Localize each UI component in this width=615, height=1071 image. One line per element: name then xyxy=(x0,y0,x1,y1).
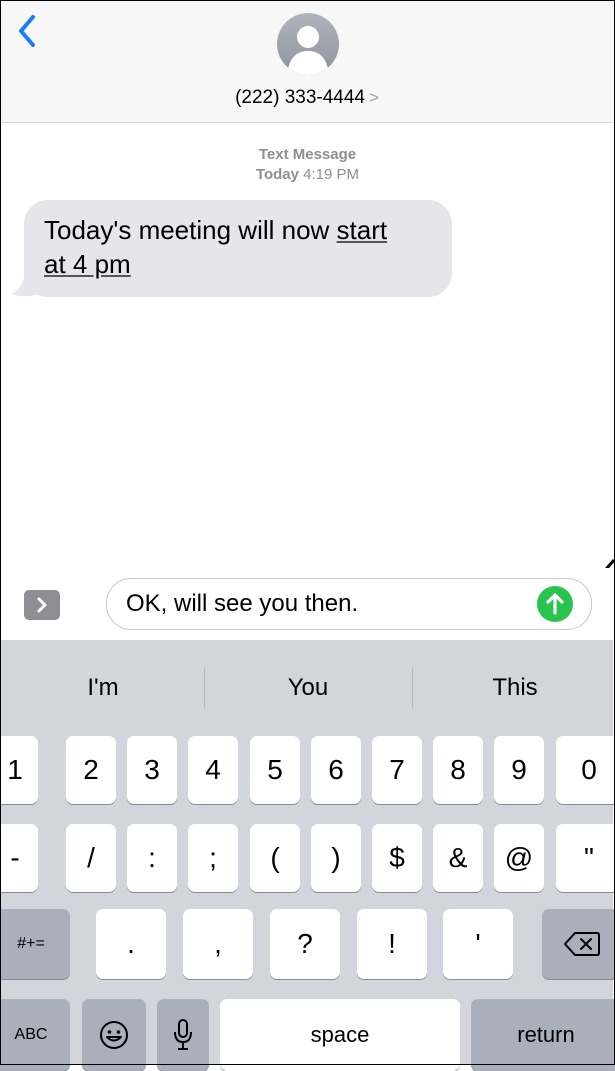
chevron-right-icon: > xyxy=(369,88,379,107)
key-3[interactable]: 3 xyxy=(127,736,177,804)
key-more-symbols[interactable]: #+= xyxy=(0,909,70,979)
key-5[interactable]: 5 xyxy=(250,736,300,804)
contact-phone-number: (222) 333-4444 xyxy=(235,87,365,108)
suggestion-divider xyxy=(204,668,205,708)
received-message-text: Today's meeting will now start at 4 pm xyxy=(44,213,444,281)
key-hyphen[interactable]: - xyxy=(0,824,38,892)
suggestion-2[interactable]: You xyxy=(206,648,410,728)
message-text-part: Today's meeting will now xyxy=(44,215,337,245)
key-9[interactable]: 9 xyxy=(494,736,544,804)
back-chevron-icon[interactable] xyxy=(13,11,43,51)
message-date-link[interactable]: start xyxy=(337,215,388,245)
message-service-label: Text Message xyxy=(258,146,357,163)
emoji-key[interactable] xyxy=(82,999,146,1071)
key-period[interactable]: . xyxy=(96,909,166,979)
backspace-icon xyxy=(564,932,600,956)
contact-name-button[interactable]: (222) 333-4444 > xyxy=(1,87,613,109)
return-key[interactable]: return xyxy=(471,999,615,1071)
timestamp-time: 4:19 PM xyxy=(303,166,360,183)
key-comma[interactable]: , xyxy=(183,909,253,979)
key-exclamation[interactable]: ! xyxy=(357,909,427,979)
key-at[interactable]: @ xyxy=(494,824,544,892)
timestamp-day: Today xyxy=(255,166,299,183)
key-dollar[interactable]: $ xyxy=(372,824,422,892)
key-apostrophe[interactable]: ' xyxy=(443,909,513,979)
key-8[interactable]: 8 xyxy=(433,736,483,804)
backspace-key[interactable] xyxy=(542,909,615,979)
dictation-key[interactable] xyxy=(157,999,209,1071)
expand-apps-icon xyxy=(37,597,47,613)
more-symbols-label: #+= xyxy=(17,935,45,952)
key-6[interactable]: 6 xyxy=(311,736,361,804)
key-colon[interactable]: : xyxy=(127,824,177,892)
suggestion-1[interactable]: I'm xyxy=(1,648,205,728)
key-open-paren[interactable]: ( xyxy=(250,824,300,892)
microphone-icon xyxy=(174,1019,192,1050)
emoji-icon xyxy=(100,1021,128,1049)
message-timestamp: Today 4:19 PM xyxy=(0,166,615,183)
expand-apps-button[interactable] xyxy=(24,590,60,620)
space-key[interactable]: space xyxy=(220,999,460,1071)
received-message-bubble[interactable]: Today's meeting will now start at 4 pm xyxy=(24,200,452,297)
message-time-link[interactable]: at 4 pm xyxy=(44,249,131,279)
abc-label: ABC xyxy=(14,1026,48,1043)
conversation-header: (222) 333-4444 > xyxy=(1,1,613,123)
key-7[interactable]: 7 xyxy=(372,736,422,804)
send-arrow-icon xyxy=(546,593,564,615)
suggestion-3[interactable]: This xyxy=(413,648,615,728)
message-input-text: OK, will see you then. xyxy=(126,590,359,617)
key-quote[interactable]: " xyxy=(556,824,615,892)
key-question[interactable]: ? xyxy=(270,909,340,979)
send-button[interactable] xyxy=(537,586,573,622)
key-ampersand[interactable]: & xyxy=(433,824,483,892)
key-2[interactable]: 2 xyxy=(66,736,116,804)
key-4[interactable]: 4 xyxy=(188,736,238,804)
contact-avatar-icon[interactable] xyxy=(277,13,339,75)
key-abc[interactable]: ABC xyxy=(0,999,70,1071)
key-slash[interactable]: / xyxy=(66,824,116,892)
key-semicolon[interactable]: ; xyxy=(188,824,238,892)
key-0[interactable]: 0 xyxy=(556,736,615,804)
key-close-paren[interactable]: ) xyxy=(311,824,361,892)
key-1[interactable]: 1 xyxy=(0,736,38,804)
